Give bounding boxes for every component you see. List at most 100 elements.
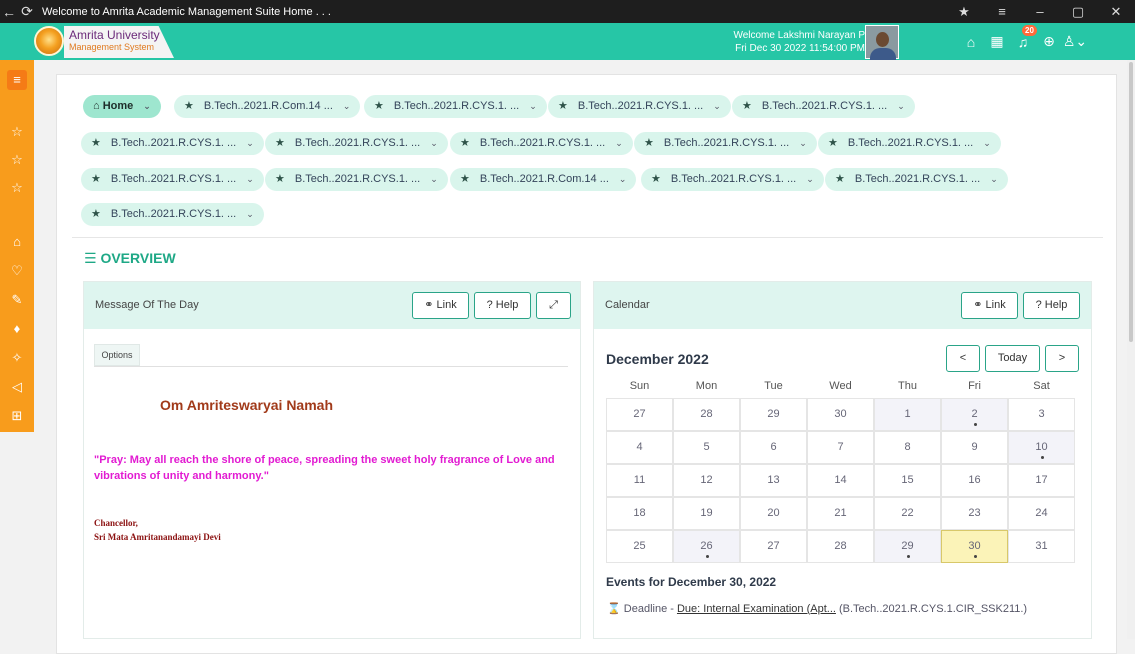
scrollbar-thumb[interactable] (1129, 62, 1133, 342)
shortcut-chip[interactable]: ★ B.Tech..2021.R.CYS.1. ... ⌄ (634, 132, 817, 155)
sidebar-menu-icon[interactable]: ≡ (7, 70, 27, 90)
calendar-day-cell[interactable]: 3 (1008, 398, 1075, 431)
calendar-day-cell[interactable]: 13 (740, 464, 807, 497)
calendar-day-cell[interactable]: 27 (606, 398, 673, 431)
send-icon[interactable]: ◁ (0, 379, 34, 395)
favorite-star-icon[interactable]: ☆ (0, 152, 34, 168)
refresh-icon[interactable]: ⟳ (18, 3, 36, 20)
brand-name: Amrita University (69, 28, 160, 42)
calendar-day-cell[interactable]: 6 (740, 431, 807, 464)
link-button[interactable]: ⚭ Link (412, 292, 469, 319)
calendar-day-cell[interactable]: 7 (807, 431, 874, 464)
calendar-day-number: 3 (1038, 408, 1045, 420)
calendar-day-cell[interactable]: 5 (673, 431, 740, 464)
shortcut-chip[interactable]: ★ B.Tech..2021.R.CYS.1. ... ⌄ (81, 203, 264, 226)
tab-options[interactable]: Options (94, 344, 140, 366)
brand[interactable]: Amrita University Management System (64, 26, 174, 58)
notification-bell-icon[interactable]: 20 ♫ (1010, 24, 1037, 50)
signature-name: Sri Mata Amritanandamayi Devi (94, 532, 221, 542)
calendar-day-cell[interactable]: 31 (1008, 530, 1075, 563)
shortcut-chip[interactable]: ★ B.Tech..2021.R.CYS.1. ... ⌄ (81, 132, 264, 155)
calendar-day-cell[interactable]: 15 (874, 464, 941, 497)
calendar-day-cell[interactable]: 24 (1008, 497, 1075, 530)
event-dot (1041, 456, 1044, 459)
calendar-day-cell[interactable]: 25 (606, 530, 673, 563)
calendar-day-cell[interactable]: 23 (941, 497, 1008, 530)
diamond-icon[interactable]: ♦ (0, 321, 34, 336)
star-icon: ★ (374, 100, 384, 112)
favorite-star-icon[interactable]: ☆ (0, 180, 34, 196)
calendar-day-cell[interactable]: 27 (740, 530, 807, 563)
calendar-day-cell[interactable]: 2 (941, 398, 1008, 431)
star-icon: ★ (460, 173, 470, 185)
cart-icon[interactable]: ♡ (0, 263, 34, 279)
tag-icon[interactable]: ✧ (0, 350, 34, 366)
link-button[interactable]: ⚭ Link (961, 292, 1018, 319)
calendar-day-cell[interactable]: 10 (1008, 431, 1075, 464)
calendar-day-cell[interactable]: 28 (807, 530, 874, 563)
minimize-icon[interactable]: – (1021, 4, 1059, 19)
maximize-icon[interactable]: ▢ (1059, 4, 1097, 20)
calendar-day-number: 27 (633, 408, 646, 420)
apps-grid-icon[interactable]: ▦ (984, 33, 1010, 50)
calendar-day-cell[interactable]: 1 (874, 398, 941, 431)
avatar[interactable] (865, 25, 899, 60)
window-menu-icon[interactable]: ≡ (983, 4, 1021, 19)
briefcase-icon[interactable]: ⊞ (0, 408, 34, 424)
chevron-down-icon: ⌄ (246, 209, 254, 219)
tool-icon[interactable]: ✎ (0, 292, 34, 308)
calendar-day-cell[interactable]: 8 (874, 431, 941, 464)
calendar-day-cell[interactable]: 9 (941, 431, 1008, 464)
shortcut-chip[interactable]: ★ B.Tech..2021.R.CYS.1. ... ⌄ (548, 95, 731, 118)
close-icon[interactable]: ✕ (1097, 4, 1135, 20)
calendar-day-cell[interactable]: 30 (941, 530, 1008, 563)
shortcut-chip[interactable]: ★ B.Tech..2021.R.CYS.1. ... ⌄ (732, 95, 915, 118)
shortcut-chip[interactable]: ★ B.Tech..2021.R.Com.14 ... ⌄ (174, 95, 361, 118)
shortcut-chip[interactable]: ★ B.Tech..2021.R.CYS.1. ... ⌄ (641, 168, 824, 191)
calendar-day-cell[interactable]: 21 (807, 497, 874, 530)
calendar-day-cell[interactable]: 29 (874, 530, 941, 563)
home-shortcut-chip[interactable]: ⌂ Home ⌄ (83, 95, 161, 118)
prev-month-button[interactable]: < (946, 345, 980, 372)
calendar-day-cell[interactable]: 11 (606, 464, 673, 497)
calendar-day-cell[interactable]: 12 (673, 464, 740, 497)
calendar-day-cell[interactable]: 16 (941, 464, 1008, 497)
event-link[interactable]: Due: Internal Examination (Apt... (677, 603, 836, 615)
favorite-star-icon[interactable]: ☆ (0, 124, 34, 140)
calendar-day-cell[interactable]: 30 (807, 398, 874, 431)
shortcut-chip[interactable]: ★ B.Tech..2021.R.CYS.1. ... ⌄ (450, 132, 633, 155)
shortcut-chip[interactable]: ★ B.Tech..2021.R.CYS.1. ... ⌄ (81, 168, 264, 191)
events-heading: Events for December 30, 2022 (606, 575, 777, 589)
calendar-day-cell[interactable]: 14 (807, 464, 874, 497)
event-dot (974, 555, 977, 558)
help-button[interactable]: ? Help (1023, 292, 1080, 319)
calendar-day-cell[interactable]: 4 (606, 431, 673, 464)
calendar-day-cell[interactable]: 22 (874, 497, 941, 530)
pin-icon[interactable]: ★ (945, 4, 983, 20)
home-icon[interactable]: ⌂ (958, 34, 984, 50)
calendar-day-cell[interactable]: 29 (740, 398, 807, 431)
page-scrollbar[interactable] (1127, 60, 1135, 639)
calendar-day-cell[interactable]: 28 (673, 398, 740, 431)
calendar-day-cell[interactable]: 17 (1008, 464, 1075, 497)
expand-icon[interactable]: ⤢ (536, 292, 571, 319)
calendar-day-cell[interactable]: 20 (740, 497, 807, 530)
calendar-day-cell[interactable]: 19 (673, 497, 740, 530)
user-menu-icon[interactable]: ♙⌄ (1062, 33, 1088, 50)
home-icon[interactable]: ⌂ (0, 234, 34, 249)
shortcut-chip[interactable]: ★ B.Tech..2021.R.CYS.1. ... ⌄ (825, 168, 1008, 191)
shortcut-chip[interactable]: ★ B.Tech..2021.R.CYS.1. ... ⌄ (364, 95, 547, 118)
university-logo[interactable] (34, 26, 64, 56)
calendar-day-cell[interactable]: 18 (606, 497, 673, 530)
shortcut-chip[interactable]: ★ B.Tech..2021.R.CYS.1. ... ⌄ (818, 132, 1001, 155)
today-button[interactable]: Today (985, 345, 1040, 372)
shortcut-chip[interactable]: ★ B.Tech..2021.R.CYS.1. ... ⌄ (265, 132, 448, 155)
calendar-day-number: 30 (834, 408, 847, 420)
shortcut-chip[interactable]: ★ B.Tech..2021.R.CYS.1. ... ⌄ (265, 168, 448, 191)
shortcut-chip[interactable]: ★ B.Tech..2021.R.Com.14 ... ⌄ (450, 168, 637, 191)
back-icon[interactable]: ← (0, 4, 18, 20)
calendar-day-cell[interactable]: 26 (673, 530, 740, 563)
next-month-button[interactable]: > (1045, 345, 1079, 372)
language-globe-icon[interactable]: ⊕ (1036, 33, 1062, 50)
help-button[interactable]: ? Help (474, 292, 531, 319)
